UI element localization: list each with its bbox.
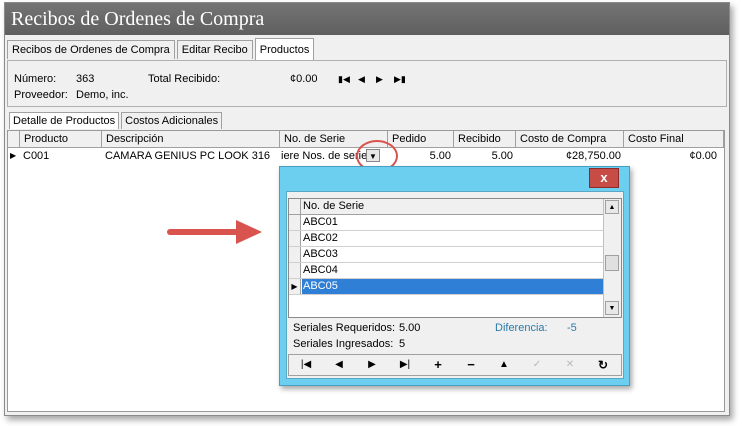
serial-value[interactable]: ABC03 <box>303 247 338 262</box>
serial-column-header[interactable]: No. de Serie <box>303 199 364 214</box>
column-header-producto[interactable]: Producto <box>20 131 102 147</box>
numero-label: Número: <box>14 73 57 85</box>
column-header-descripcion[interactable]: Descripción <box>102 131 280 147</box>
first-record-icon[interactable]: |◀ <box>295 357 317 373</box>
nav-prev-icon[interactable]: ◀ <box>358 74 365 85</box>
receipt-header-panel: Número: 363 Total Recibido: ¢0.00 ▮◀ ◀ ▶… <box>7 60 727 107</box>
diferencia-label: Diferencia: <box>495 322 548 334</box>
scroll-thumb[interactable] <box>605 255 619 271</box>
serial-value[interactable]: ABC05 <box>302 279 605 294</box>
row-indicator-icon: ▶ <box>10 151 17 160</box>
cell-no-serie[interactable]: iere Nos. de serie) <box>280 148 366 164</box>
list-item[interactable]: ABC01 <box>289 215 605 231</box>
popup-close-button[interactable]: x <box>589 168 619 188</box>
subtab-costos-adicionales[interactable]: Costos Adicionales <box>121 112 223 129</box>
cell-costo-final[interactable]: ¢0.00 <box>624 148 720 164</box>
seriales-ingresados-row: Seriales Ingresados: 5 <box>293 338 405 350</box>
detail-subtabs: Detalle de Productos Costos Adicionales <box>9 112 224 130</box>
seriales-requeridos-label: Seriales Requeridos: <box>293 322 396 334</box>
main-tabs: Recibos de Ordenes de Compra Editar Reci… <box>7 38 316 60</box>
proveedor-value: Demo, inc. <box>76 89 129 101</box>
serial-value[interactable]: ABC01 <box>303 215 338 230</box>
list-item[interactable]: ABC02 <box>289 231 605 247</box>
column-header-recibido[interactable]: Recibido <box>454 131 516 147</box>
delete-record-icon[interactable]: − <box>460 357 482 373</box>
column-header-pedido[interactable]: Pedido <box>388 131 454 147</box>
subtab-detalle-productos[interactable]: Detalle de Productos <box>9 112 120 129</box>
serial-value[interactable]: ABC04 <box>303 263 338 278</box>
seriales-requeridos-row: Seriales Requeridos: 5.00 <box>293 322 420 334</box>
prev-record-icon[interactable]: ◀ <box>328 357 350 373</box>
cancel-record-icon[interactable]: ✕ <box>559 357 581 373</box>
serial-list-scrollbar[interactable]: ▲ ▼ <box>603 199 621 317</box>
post-record-icon[interactable]: ✓ <box>526 357 548 373</box>
numero-value: 363 <box>76 73 95 85</box>
total-recibido-label: Total Recibido: <box>148 73 221 85</box>
last-record-icon[interactable]: ▶| <box>394 357 416 373</box>
scroll-up-icon[interactable]: ▲ <box>605 200 619 214</box>
row-indicator <box>289 215 301 230</box>
serial-list: No. de Serie ABC01 ABC02 ABC03 ABC04 ▶ A… <box>288 198 622 318</box>
scroll-down-icon[interactable]: ▼ <box>605 301 619 315</box>
list-item-selected[interactable]: ▶ ABC05 <box>289 279 605 295</box>
add-record-icon[interactable]: + <box>427 357 449 373</box>
seriales-ingresados-label: Seriales Ingresados: <box>293 338 394 350</box>
tab-recibos[interactable]: Recibos de Ordenes de Compra <box>7 40 175 59</box>
serial-list-header: No. de Serie <box>289 199 605 215</box>
column-header-costo-final[interactable]: Costo Final <box>624 131 724 147</box>
list-item[interactable]: ABC04 <box>289 263 605 279</box>
diferencia-row: Diferencia: -5 <box>495 322 577 334</box>
cell-recibido[interactable]: 5.00 <box>454 148 516 164</box>
popup-navigator: |◀ ◀ ▶ ▶| + − ▲ ✓ ✕ ↻ <box>288 354 622 376</box>
tab-productos[interactable]: Productos <box>254 38 315 60</box>
diferencia-value: -5 <box>567 322 577 334</box>
nav-next-icon[interactable]: ▶ <box>376 74 383 85</box>
cell-producto[interactable]: C001 <box>20 148 102 164</box>
tab-editar-recibo[interactable]: Editar Recibo <box>176 40 253 59</box>
cell-descripcion[interactable]: CAMARA GENIUS PC LOOK 316 <box>102 148 280 164</box>
proveedor-label: Proveedor: <box>14 89 68 101</box>
next-record-icon[interactable]: ▶ <box>361 357 383 373</box>
popup-content: No. de Serie ABC01 ABC02 ABC03 ABC04 ▶ A… <box>286 191 624 379</box>
nav-first-icon[interactable]: ▮◀ <box>338 74 350 85</box>
nav-last-icon[interactable]: ▶▮ <box>394 74 406 85</box>
serial-value[interactable]: ABC02 <box>303 231 338 246</box>
cell-costo-compra[interactable]: ¢28,750.00 <box>516 148 624 164</box>
grid-header-indicator <box>8 131 20 147</box>
seriales-requeridos-value: 5.00 <box>399 322 421 334</box>
refresh-icon[interactable]: ↻ <box>592 357 614 373</box>
serial-header-indicator <box>289 199 301 214</box>
list-item[interactable]: ABC03 <box>289 247 605 263</box>
total-recibido-value: ¢0.00 <box>290 73 318 85</box>
current-row-indicator-icon: ▶ <box>289 279 301 294</box>
row-indicator <box>289 247 301 262</box>
edit-record-icon[interactable]: ▲ <box>493 357 515 373</box>
serial-numbers-popup: x No. de Serie ABC01 ABC02 ABC03 ABC04 ▶… <box>279 166 630 386</box>
seriales-ingresados-value: 5 <box>399 338 406 350</box>
row-indicator <box>289 263 301 278</box>
column-header-costo-compra[interactable]: Costo de Compra <box>516 131 624 147</box>
row-indicator <box>289 231 301 246</box>
annotation-arrow-icon <box>167 220 262 244</box>
window-title: Recibos de Ordenes de Compra <box>5 3 729 35</box>
